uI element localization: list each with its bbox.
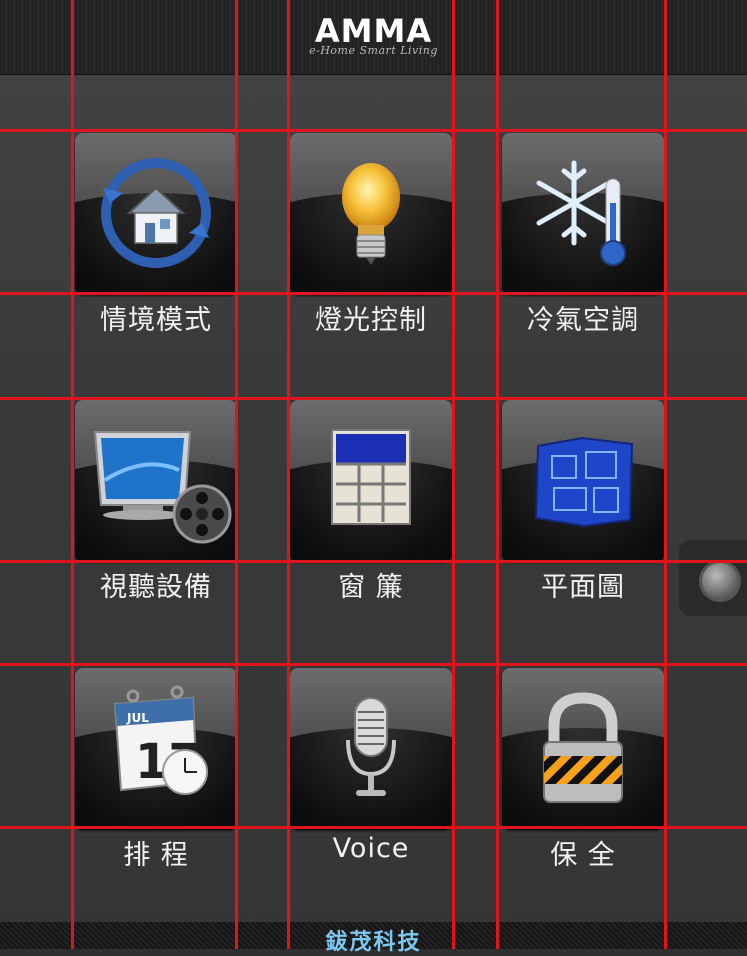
window-curtain-icon xyxy=(331,429,411,525)
gridline xyxy=(287,0,290,949)
tile-label-floor-plan: 平面圖 xyxy=(541,572,625,603)
assistive-touch-button[interactable] xyxy=(679,540,747,616)
gridline xyxy=(0,129,747,132)
gridline xyxy=(0,560,747,563)
tv-film-reel-icon xyxy=(93,431,232,544)
microphone-icon xyxy=(346,697,396,796)
tile-label-schedule: 排 程 xyxy=(123,840,189,871)
tile-label-lighting-control: 燈光控制 xyxy=(315,305,427,336)
light-bulb-icon xyxy=(342,163,400,265)
tile-scene-mode[interactable] xyxy=(75,133,237,295)
gridline xyxy=(452,0,455,949)
tile-label-curtain: 窗 簾 xyxy=(338,572,404,603)
tile-label-audio-video: 視聽設備 xyxy=(100,572,212,603)
gridline xyxy=(0,663,747,666)
tile-curtain[interactable] xyxy=(290,400,452,562)
tile-label-air-conditioning: 冷氣空調 xyxy=(527,305,639,336)
gridline xyxy=(71,0,74,949)
app-screen: AMMA e-Home Smart Living 情境模式 燈光控制 冷氣空調 … xyxy=(0,0,747,955)
gridline xyxy=(0,397,747,400)
padlock-icon xyxy=(543,692,623,803)
assistive-touch-knob-icon xyxy=(699,560,741,602)
tile-schedule[interactable]: JUL 17 xyxy=(75,668,237,830)
footer-company-name: 鈸茂科技 xyxy=(325,930,422,955)
tile-security[interactable] xyxy=(502,668,664,830)
calendar-clock-icon: JUL 17 xyxy=(113,685,208,795)
tile-air-conditioning[interactable] xyxy=(502,133,664,295)
gridline xyxy=(0,292,747,295)
home-refresh-icon xyxy=(101,158,211,268)
header-bar: AMMA e-Home Smart Living xyxy=(0,0,747,75)
gridline xyxy=(664,0,667,949)
calendar-month: JUL xyxy=(126,711,149,725)
tile-lighting-control[interactable] xyxy=(290,133,452,295)
app-tagline: e-Home Smart Living xyxy=(309,44,438,57)
tile-voice[interactable] xyxy=(290,668,452,830)
snowflake-thermometer-icon xyxy=(536,160,626,266)
tile-label-security: 保 全 xyxy=(550,840,616,871)
gridline xyxy=(496,0,499,949)
floor-plan-icon xyxy=(534,436,634,528)
tile-label-scene-mode: 情境模式 xyxy=(100,305,212,336)
footer-bar: 鈸茂科技 xyxy=(0,922,747,955)
tile-floor-plan[interactable] xyxy=(502,400,664,562)
tile-label-voice: Voice xyxy=(332,833,410,864)
gridline xyxy=(235,0,238,949)
gridline xyxy=(0,826,747,829)
tile-audio-video[interactable] xyxy=(75,400,237,562)
